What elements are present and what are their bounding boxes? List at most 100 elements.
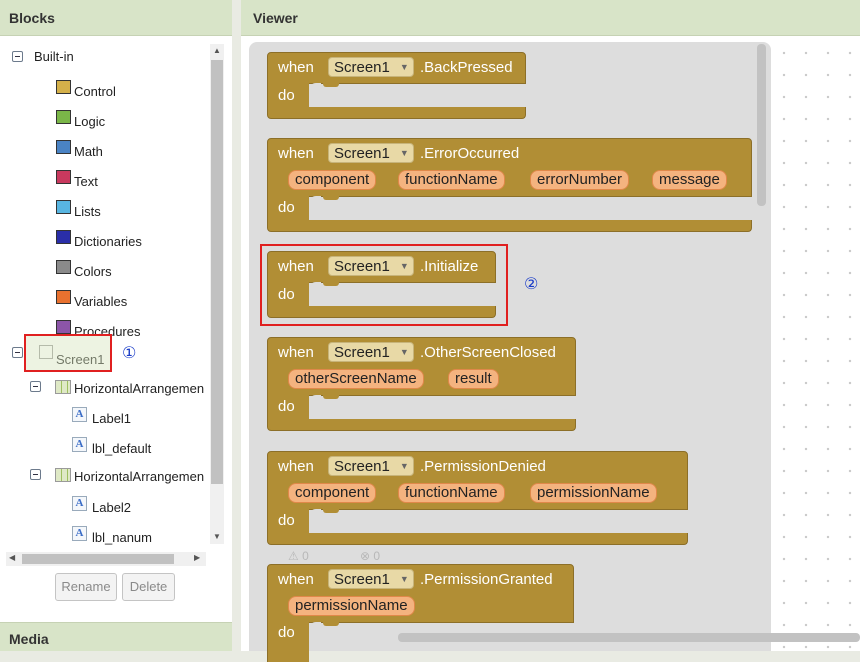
chevron-down-icon: ▼ [399,62,409,72]
label-component-icon: A [72,407,87,422]
scroll-left-arrow-icon[interactable]: ◀ [9,553,15,562]
error-icon: ⊗ [360,549,371,563]
collapse-toggle-icon[interactable] [30,469,41,480]
lists-color-icon [56,200,71,214]
tree-item-lbl-default[interactable]: A lbl_default [72,437,202,457]
blocks-tree: Built-in Control Logic Math Text Lists D… [0,36,232,566]
when-keyword: when [278,145,314,162]
tree-item-math[interactable]: Math [54,139,194,159]
event-name: .BackPressed [420,59,513,76]
dictionaries-color-icon [56,230,71,244]
tree-item-horizontal-arrangement[interactable]: HorizontalArrangemen [6,466,206,486]
rename-button[interactable]: Rename [55,573,117,601]
errors-indicator[interactable]: ⊗ 0 [360,549,380,563]
component-dropdown[interactable]: Screen1 ▼ [328,456,414,476]
collapse-toggle-icon[interactable] [12,51,23,62]
workspace-horizontal-scrollbar[interactable] [398,633,860,642]
tree-item-dictionaries[interactable]: Dictionaries [54,229,194,249]
initialize-highlight-box [260,244,508,326]
scroll-up-arrow-icon[interactable]: ▲ [213,46,221,55]
warning-icon: ⚠ [288,549,299,563]
annotation-marker-2: ② [524,276,539,293]
component-dropdown[interactable]: Screen1 ▼ [328,143,414,163]
tree-item-colors[interactable]: Colors [54,259,194,279]
param-message[interactable]: message [652,170,727,190]
do-keyword: do [278,199,295,216]
blocks-tree-scroll: Built-in Control Logic Math Text Lists D… [6,42,206,552]
collapse-toggle-icon[interactable] [12,347,23,358]
annotation-marker-1: ① [122,345,137,362]
param-permission-name[interactable]: permissionName [288,596,415,616]
param-component[interactable]: component [288,483,377,503]
tree-item-label: Colors [74,264,112,279]
delete-button[interactable]: Delete [122,573,175,601]
param-other-screen-name[interactable]: otherScreenName [288,369,424,389]
component-dropdown[interactable]: Screen1 ▼ [328,57,414,77]
logic-color-icon [56,110,71,124]
when-keyword: when [278,571,314,588]
chevron-down-icon: ▼ [399,347,409,357]
math-color-icon [56,140,71,154]
event-name: .OtherScreenClosed [420,344,556,361]
tree-item-label2[interactable]: A Label2 [72,496,202,516]
when-keyword: when [278,458,314,475]
tree-item-label: Lists [74,204,101,219]
param-result[interactable]: result [448,369,499,389]
component-name: Screen1 [334,458,390,475]
param-function-name[interactable]: functionName [398,170,505,190]
horizontal-arrangement-icon [55,380,71,394]
scrollbar-thumb[interactable] [22,554,174,564]
errors-count: 0 [373,549,381,563]
tree-item-horizontal-arrangement[interactable]: HorizontalArrangemen [6,378,206,398]
param-error-number[interactable]: errorNumber [530,170,630,190]
tree-item-logic[interactable]: Logic [54,109,194,129]
event-name: .PermissionGranted [420,571,553,588]
colors-color-icon [56,260,71,274]
tree-item-label: Math [74,144,103,159]
tree-item-label: Variables [74,294,128,309]
scrollbar-thumb[interactable] [211,60,223,484]
tree-item-built-in[interactable]: Built-in [6,48,196,68]
tree-item-label: lbl_default [92,441,152,456]
component-dropdown[interactable]: Screen1 ▼ [328,569,414,589]
chevron-down-icon: ▼ [399,461,409,471]
param-function-name[interactable]: functionName [398,483,505,503]
param-permission-name[interactable]: permissionName [530,483,657,503]
tree-item-lbl-nanum[interactable]: A lbl_nanum [72,526,202,546]
tree-item-text[interactable]: Text [54,169,194,189]
tree-item-lists[interactable]: Lists [54,199,194,219]
tree-vertical-scrollbar[interactable]: ▲ ▼ [210,44,224,544]
flyout-vertical-scrollbar[interactable] [757,44,766,206]
variables-color-icon [56,290,71,304]
tree-item-variables[interactable]: Variables [54,289,194,309]
component-name: Screen1 [334,59,390,76]
tree-item-label: HorizontalArrangemen [74,381,205,396]
warnings-indicator[interactable]: ⚠ 0 [288,549,309,563]
do-keyword: do [278,512,295,529]
param-component[interactable]: component [288,170,377,190]
component-name: Screen1 [334,145,390,162]
tree-item-label: Label2 [92,500,132,515]
tree-item-label: HorizontalArrangemen [74,469,205,484]
do-keyword: do [278,87,295,104]
viewer-panel-title: Viewer [241,0,860,36]
tree-item-label: Built-in [34,49,74,64]
tree-item-label: Text [74,174,98,189]
scroll-down-arrow-icon[interactable]: ▼ [213,532,221,541]
chevron-down-icon: ▼ [399,148,409,158]
do-keyword: do [278,624,295,641]
tree-horizontal-scrollbar[interactable]: ◀ ▶ [6,552,206,566]
procedures-color-icon [56,320,71,334]
tree-item-label1[interactable]: A Label1 [72,407,202,427]
component-name: Screen1 [334,571,390,588]
event-name: .ErrorOccurred [420,145,520,162]
scroll-right-arrow-icon[interactable]: ▶ [194,553,200,562]
tree-item-control[interactable]: Control [54,79,194,99]
chevron-down-icon: ▼ [399,574,409,584]
component-dropdown[interactable]: Screen1 ▼ [328,342,414,362]
collapse-toggle-icon[interactable] [30,381,41,392]
event-name: .PermissionDenied [420,458,546,475]
do-keyword: do [278,398,295,415]
blocks-panel-title: Blocks [0,0,232,36]
media-panel-title: Media [0,622,232,651]
